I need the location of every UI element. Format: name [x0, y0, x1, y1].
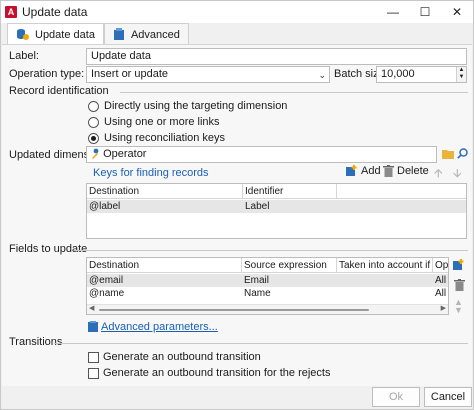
- add-field-icon[interactable]: [453, 259, 465, 271]
- updated-dimension-value: Operator: [103, 148, 147, 160]
- record-identification-title: Record identification: [9, 85, 109, 97]
- radio-button-checked[interactable]: [88, 132, 99, 144]
- tab-update-data-label: Update data: [35, 28, 95, 41]
- section-divider: [54, 343, 468, 344]
- window-title: Update data: [22, 5, 88, 19]
- table-row[interactable]: @email Email All: [87, 274, 448, 287]
- label-caption: Label:: [9, 50, 39, 62]
- operator-icon: [92, 148, 99, 159]
- cell-taken-into-account-if: [337, 287, 433, 300]
- column-header-taken-into-account-if[interactable]: Taken into account if: [337, 258, 433, 273]
- fields-to-update-title: Fields to update: [9, 243, 88, 255]
- checkbox-outbound-rejects[interactable]: Generate an outbound transition for the …: [88, 367, 330, 379]
- advanced-parameters-link[interactable]: Advanced parameters...: [101, 321, 218, 333]
- batch-size-spinner[interactable]: ▲ ▼: [456, 67, 466, 82]
- horizontal-scrollbar[interactable]: ◀ ▶: [87, 304, 448, 314]
- column-header-identifier[interactable]: Identifier: [243, 184, 337, 199]
- label-input[interactable]: Update data: [86, 48, 467, 65]
- scroll-right-icon[interactable]: ▶: [441, 304, 446, 312]
- checkbox[interactable]: [88, 367, 99, 379]
- radio-button[interactable]: [88, 116, 99, 128]
- checkbox-outbound-transition[interactable]: Generate an outbound transition: [88, 351, 261, 363]
- radio-reconciliation-keys-label: Using reconciliation keys: [104, 132, 226, 144]
- maximize-button[interactable]: ☐: [409, 1, 441, 23]
- tab-strip: Update data Advanced: [7, 23, 189, 45]
- cell-source-expression: Email: [244, 275, 270, 286]
- search-icon[interactable]: [457, 148, 468, 159]
- grid-header: Destination Identifier: [87, 184, 466, 199]
- minimize-button[interactable]: —: [377, 1, 409, 23]
- radio-reconciliation-keys[interactable]: Using reconciliation keys: [88, 132, 225, 144]
- column-header-destination[interactable]: Destination: [87, 184, 243, 199]
- cell-taken-into-account-if: [337, 274, 433, 287]
- column-header-source-expression[interactable]: Source expression: [242, 258, 337, 273]
- section-divider: [74, 250, 468, 251]
- delete-key-button[interactable]: Delete: [383, 165, 429, 177]
- checkbox-outbound-transition-label: Generate an outbound transition: [103, 351, 261, 363]
- batch-size-value: 10,000: [381, 68, 415, 80]
- radio-button[interactable]: [88, 100, 99, 112]
- cell-source-expression: Name: [244, 288, 271, 299]
- chevron-down-icon: ⌄: [318, 70, 326, 80]
- table-row[interactable]: @name Name All: [87, 287, 448, 300]
- move-up-down-icon[interactable]: ▲ ▼: [454, 298, 463, 315]
- advanced-settings-icon: [113, 28, 124, 40]
- delete-field-icon[interactable]: [454, 279, 465, 291]
- window-controls: — ☐ ✕: [377, 1, 473, 23]
- app-logo-icon: A: [5, 6, 17, 18]
- checkbox[interactable]: [88, 351, 99, 363]
- fields-to-update-grid[interactable]: Destination Source expression Taken into…: [86, 257, 449, 315]
- operation-type-caption: Operation type:: [9, 68, 85, 80]
- close-button[interactable]: ✕: [441, 1, 473, 23]
- scroll-left-icon[interactable]: ◀: [89, 304, 94, 312]
- cell-identifier: Label: [245, 201, 270, 212]
- move-up-icon[interactable]: 🡩: [434, 164, 443, 185]
- reconciliation-keys-grid[interactable]: Destination Identifier @label Label: [86, 183, 467, 239]
- table-row[interactable]: @label Label: [87, 200, 466, 213]
- tab-advanced[interactable]: Advanced: [103, 23, 189, 45]
- operation-type-select[interactable]: Insert or update ⌄: [86, 66, 330, 83]
- radio-links[interactable]: Using one or more links: [88, 116, 220, 128]
- cell-op: All: [435, 288, 447, 299]
- section-divider: [120, 92, 468, 93]
- advanced-parameters-icon: [88, 321, 98, 332]
- delete-label: Delete: [397, 165, 429, 177]
- spin-down-icon[interactable]: ▼: [457, 74, 466, 81]
- keys-for-finding-records-link[interactable]: Keys for finding records: [93, 167, 209, 179]
- tab-update-data[interactable]: Update data: [7, 23, 104, 45]
- ok-button[interactable]: Ok: [372, 387, 420, 407]
- add-key-button[interactable]: Add: [346, 165, 381, 177]
- database-icon: [17, 29, 29, 40]
- update-data-dialog: A Update data — ☐ ✕ Update data Advanced: [0, 0, 474, 410]
- tab-advanced-label: Advanced: [130, 28, 180, 41]
- cancel-button[interactable]: Cancel: [424, 387, 472, 407]
- batch-size-input[interactable]: 10,000 ▲ ▼: [376, 66, 467, 83]
- column-header-op[interactable]: Op: [433, 258, 448, 273]
- updated-dimension-input[interactable]: Operator: [86, 146, 437, 163]
- radio-links-label: Using one or more links: [104, 116, 220, 128]
- radio-direct-targeting[interactable]: Directly using the targeting dimension: [88, 100, 287, 112]
- scroll-thumb[interactable]: [99, 309, 369, 311]
- radio-direct-targeting-label: Directly using the targeting dimension: [104, 100, 288, 112]
- cell-op: All: [435, 275, 447, 286]
- folder-icon[interactable]: [442, 148, 454, 159]
- move-down-icon[interactable]: 🡫: [453, 164, 462, 185]
- add-icon: [346, 165, 357, 176]
- operation-type-value: Insert or update: [91, 68, 169, 80]
- title-bar: A Update data — ☐ ✕: [1, 1, 473, 23]
- checkbox-outbound-rejects-label: Generate an outbound transition for the …: [103, 367, 331, 379]
- add-label: Add: [361, 165, 381, 177]
- cell-destination: @email: [89, 275, 124, 286]
- grid-header: Destination Source expression Taken into…: [87, 258, 448, 273]
- column-header-destination[interactable]: Destination: [87, 258, 242, 273]
- cell-destination: @name: [89, 288, 125, 299]
- update-data-panel: Label: Update data Operation type: Inser…: [2, 44, 472, 386]
- cell-destination: @label: [89, 201, 121, 212]
- trash-icon: [383, 165, 394, 177]
- spin-up-icon[interactable]: ▲: [457, 67, 466, 74]
- transitions-title: Transitions: [9, 336, 63, 348]
